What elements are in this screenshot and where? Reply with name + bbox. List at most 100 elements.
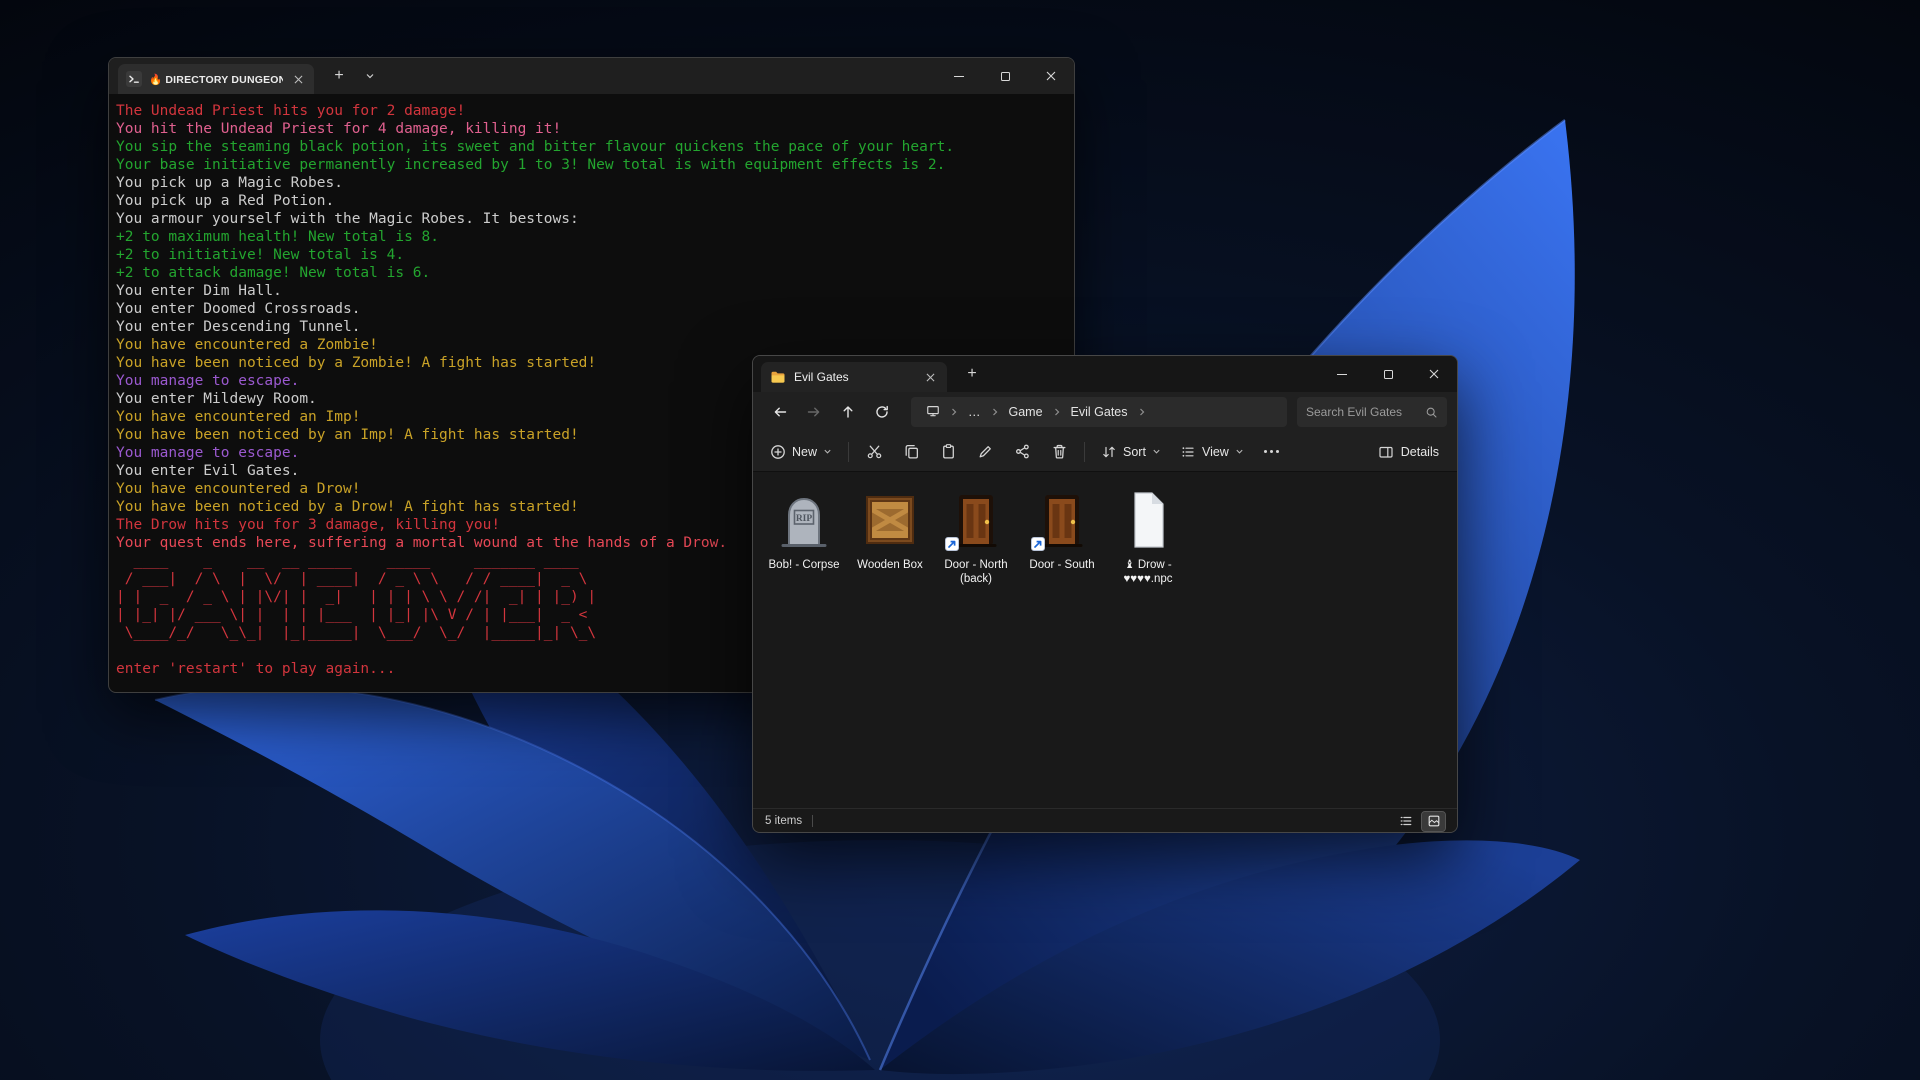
forward-button[interactable] <box>797 397 831 427</box>
terminal-new-tab-button[interactable]: + <box>327 64 351 88</box>
close-icon <box>1046 71 1056 81</box>
search-box[interactable] <box>1297 397 1447 427</box>
terminal-line: Your base initiative permanently increas… <box>116 156 1067 174</box>
cut-scissors-icon <box>866 443 883 460</box>
chevron-right-icon[interactable] <box>948 407 960 417</box>
minimize-icon <box>1337 374 1347 375</box>
file-label: Door - North (back) <box>935 558 1017 586</box>
refresh-button[interactable] <box>865 397 899 427</box>
terminal-line: +2 to attack damage! New total is 6. <box>116 264 1067 282</box>
terminal-line: The Undead Priest hits you for 2 damage! <box>116 102 1067 120</box>
close-icon <box>1429 369 1439 379</box>
view-button-label: View <box>1202 445 1229 459</box>
terminal-maximize-button[interactable] <box>982 58 1028 94</box>
details-pane-button[interactable]: Details <box>1368 438 1449 466</box>
paste-icon <box>940 443 957 460</box>
terminal-tab-close-icon[interactable] <box>290 71 306 87</box>
tombstone-icon: RIP <box>772 488 836 552</box>
chevron-right-icon[interactable] <box>1136 407 1148 417</box>
terminal-line: +2 to maximum health! New total is 8. <box>116 228 1067 246</box>
breadcrumb-ellipsis-item[interactable]: … <box>961 402 988 422</box>
item-count: 5 items <box>765 815 802 827</box>
terminal-close-button[interactable] <box>1028 58 1074 94</box>
explorer-tab[interactable]: Evil Gates <box>761 362 947 392</box>
up-arrow-icon <box>840 404 856 420</box>
explorer-tab-close-icon[interactable] <box>922 369 938 385</box>
door-icon <box>944 488 1008 552</box>
details-pane-icon <box>1378 444 1394 460</box>
terminal-line: You enter Descending Tunnel. <box>116 318 1067 336</box>
new-button[interactable]: New <box>761 438 841 466</box>
file-item-drow-npc[interactable]: ♝ Drow - ♥♥♥♥.npc <box>1105 480 1191 590</box>
explorer-command-bar: New <box>753 432 1457 472</box>
details-view-button[interactable] <box>1394 812 1417 831</box>
explorer-new-tab-button[interactable]: + <box>960 362 984 386</box>
share-button[interactable] <box>1004 437 1040 467</box>
search-icon <box>1425 406 1438 419</box>
breadcrumb-device-item[interactable] <box>919 401 947 424</box>
terminal-tab[interactable]: 🔥 DIRECTORY DUNGEON 🔥 <box>118 64 314 94</box>
paste-button[interactable] <box>930 437 966 467</box>
explorer-status-bar: 5 items <box>753 808 1457 833</box>
terminal-line: You armour yourself with the Magic Robes… <box>116 210 1067 228</box>
file-item-door-south[interactable]: Door - South <box>1019 480 1105 576</box>
large-icons-view-button[interactable] <box>1422 812 1445 831</box>
shortcut-arrow-icon <box>945 537 959 551</box>
explorer-minimize-button[interactable] <box>1319 356 1365 392</box>
explorer-maximize-button[interactable] <box>1365 356 1411 392</box>
rename-icon <box>977 443 994 460</box>
delete-trash-icon <box>1051 443 1068 460</box>
chevron-down-icon <box>1235 447 1244 456</box>
up-button[interactable] <box>831 397 865 427</box>
terminal-line: +2 to initiative! New total is 4. <box>116 246 1067 264</box>
terminal-tab-dropdown-icon[interactable] <box>359 65 381 87</box>
blank-file-icon <box>1116 488 1180 552</box>
more-ellipsis-icon <box>1264 450 1279 453</box>
large-icons-view-icon <box>1427 814 1441 828</box>
file-item-wooden-box[interactable]: Wooden Box <box>847 480 933 576</box>
chevron-right-icon[interactable] <box>989 407 1001 417</box>
terminal-minimize-button[interactable] <box>936 58 982 94</box>
wooden-crate-icon <box>858 488 922 552</box>
copy-button[interactable] <box>893 437 929 467</box>
more-options-button[interactable] <box>1254 437 1290 467</box>
details-view-icon <box>1399 814 1413 828</box>
breadcrumb: … Game Evil Gates <box>911 397 1287 427</box>
explorer-close-button[interactable] <box>1411 356 1457 392</box>
breadcrumb-item-game[interactable]: Game <box>1002 402 1050 422</box>
explorer-navigation-bar: … Game Evil Gates <box>753 392 1457 432</box>
view-button[interactable]: View <box>1171 438 1253 466</box>
file-item-door-north[interactable]: Door - North (back) <box>933 480 1019 590</box>
chevron-down-icon <box>1152 447 1161 456</box>
sort-arrows-icon <box>1101 444 1117 460</box>
refresh-icon <box>874 404 890 420</box>
terminal-titlebar[interactable]: 🔥 DIRECTORY DUNGEON 🔥 + <box>109 58 1074 94</box>
view-list-icon <box>1180 444 1196 460</box>
back-arrow-icon <box>772 404 788 420</box>
monitor-icon <box>926 404 940 418</box>
chevron-right-icon[interactable] <box>1051 407 1063 417</box>
sort-button[interactable]: Sort <box>1092 438 1170 466</box>
file-label: Door - South <box>1029 558 1094 572</box>
explorer-titlebar[interactable]: Evil Gates + <box>753 356 1457 392</box>
search-input[interactable] <box>1306 405 1425 419</box>
file-item-bob-corpse[interactable]: RIP Bob! - Corpse <box>761 480 847 576</box>
folder-icon <box>770 369 786 385</box>
door-icon <box>1030 488 1094 552</box>
delete-button[interactable] <box>1041 437 1077 467</box>
terminal-line: You sip the steaming black potion, its s… <box>116 138 1067 156</box>
rename-button[interactable] <box>967 437 1003 467</box>
file-label: ♝ Drow - ♥♥♥♥.npc <box>1107 558 1189 586</box>
tombstone-rip-text: RIP <box>796 514 813 524</box>
new-plus-icon <box>770 444 786 460</box>
status-divider <box>812 815 813 827</box>
toolbar-divider <box>1084 442 1085 462</box>
breadcrumb-item-evil-gates[interactable]: Evil Gates <box>1064 402 1135 422</box>
cut-button[interactable] <box>856 437 892 467</box>
explorer-tab-title: Evil Gates <box>794 370 914 384</box>
file-explorer-window: Evil Gates + <box>752 355 1458 833</box>
back-button[interactable] <box>763 397 797 427</box>
shortcut-arrow-icon <box>1031 537 1045 551</box>
share-icon <box>1014 443 1031 460</box>
file-list-area[interactable]: RIP Bob! - Corpse Wooden Box <box>753 472 1457 808</box>
